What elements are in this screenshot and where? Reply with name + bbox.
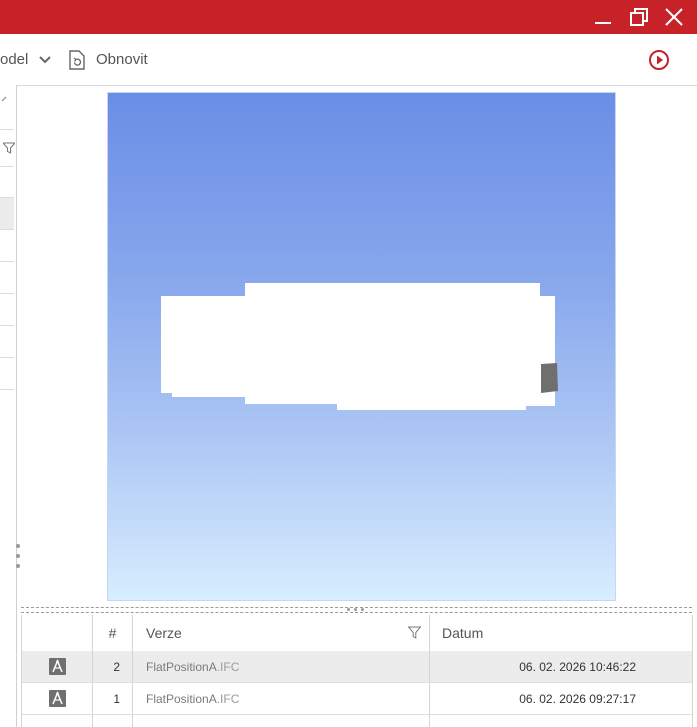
date-column-header[interactable]: Datum [430, 615, 692, 651]
model-file-cell [22, 683, 92, 714]
date-cell: 06. 02. 2026 09:27:17 [519, 691, 636, 706]
left-panel-row[interactable] [0, 294, 14, 326]
number-cell: 2 [113, 659, 120, 674]
model-3d-shape [161, 283, 558, 410]
left-panel-row[interactable] [0, 326, 14, 358]
filter-icon[interactable] [408, 626, 421, 639]
restore-button[interactable] [622, 0, 656, 34]
version-column-label: Verze [146, 625, 182, 641]
minimize-button[interactable] [586, 0, 620, 34]
file-name: FlatPositionA [146, 659, 217, 674]
vertical-splitter-handle[interactable] [15, 540, 21, 572]
number-cell: 1 [113, 691, 120, 706]
left-panel [0, 85, 17, 727]
model-file-cell [22, 651, 92, 682]
refresh-document-icon [69, 49, 85, 70]
table-row[interactable]: 1 FlatPositionA .IFC 06. 02. 2026 09:27:1… [22, 683, 692, 715]
left-panel-row[interactable] [0, 262, 14, 294]
version-column-header[interactable]: Verze [133, 615, 429, 651]
file-extension: .IFC [216, 659, 240, 674]
file-extension: .IFC [216, 691, 240, 706]
left-panel-header [0, 129, 15, 167]
chevron-down-icon [39, 55, 52, 63]
close-icon [665, 8, 683, 26]
versions-grid: # Verze Datum 2 FlatPositionA .IFC 06. 02… [21, 615, 693, 727]
model-dropdown-label: odel [0, 51, 29, 68]
restore-icon [630, 8, 648, 26]
left-panel-row[interactable] [0, 166, 14, 198]
date-cell: 06. 02. 2026 10:46:22 [519, 659, 636, 674]
drafting-compass-icon [48, 690, 66, 707]
left-panel-row[interactable] [0, 358, 14, 390]
version-cell: FlatPositionA .IFC [133, 683, 429, 714]
table-row-empty [22, 715, 692, 727]
table-row[interactable]: 2 FlatPositionA .IFC 06. 02. 2026 10:46:2… [22, 651, 692, 683]
refresh-label: Obnovit [96, 51, 148, 68]
file-name: FlatPositionA [146, 691, 217, 706]
close-button[interactable] [657, 0, 691, 34]
play-button[interactable] [648, 34, 670, 85]
left-panel-row-selected[interactable] [0, 198, 14, 230]
icon-column-header [22, 615, 92, 651]
toolbar: odel Obnovit [0, 34, 697, 86]
version-cell: FlatPositionA .IFC [133, 651, 429, 682]
play-circle-icon [649, 49, 669, 70]
drafting-compass-icon [48, 658, 66, 675]
filter-icon[interactable] [3, 142, 15, 154]
title-bar [0, 0, 697, 34]
panel-chevron-icon[interactable] [0, 95, 8, 103]
grid-header: # Verze Datum [22, 615, 692, 652]
model-3d-viewer[interactable] [108, 93, 615, 600]
model-dropdown[interactable]: odel [0, 34, 52, 85]
minimize-icon [595, 22, 611, 24]
refresh-button[interactable]: Obnovit [68, 34, 148, 85]
number-column-header[interactable]: # [93, 615, 132, 651]
left-panel-row[interactable] [0, 230, 14, 262]
horizontal-splitter-handle[interactable] [21, 607, 692, 613]
